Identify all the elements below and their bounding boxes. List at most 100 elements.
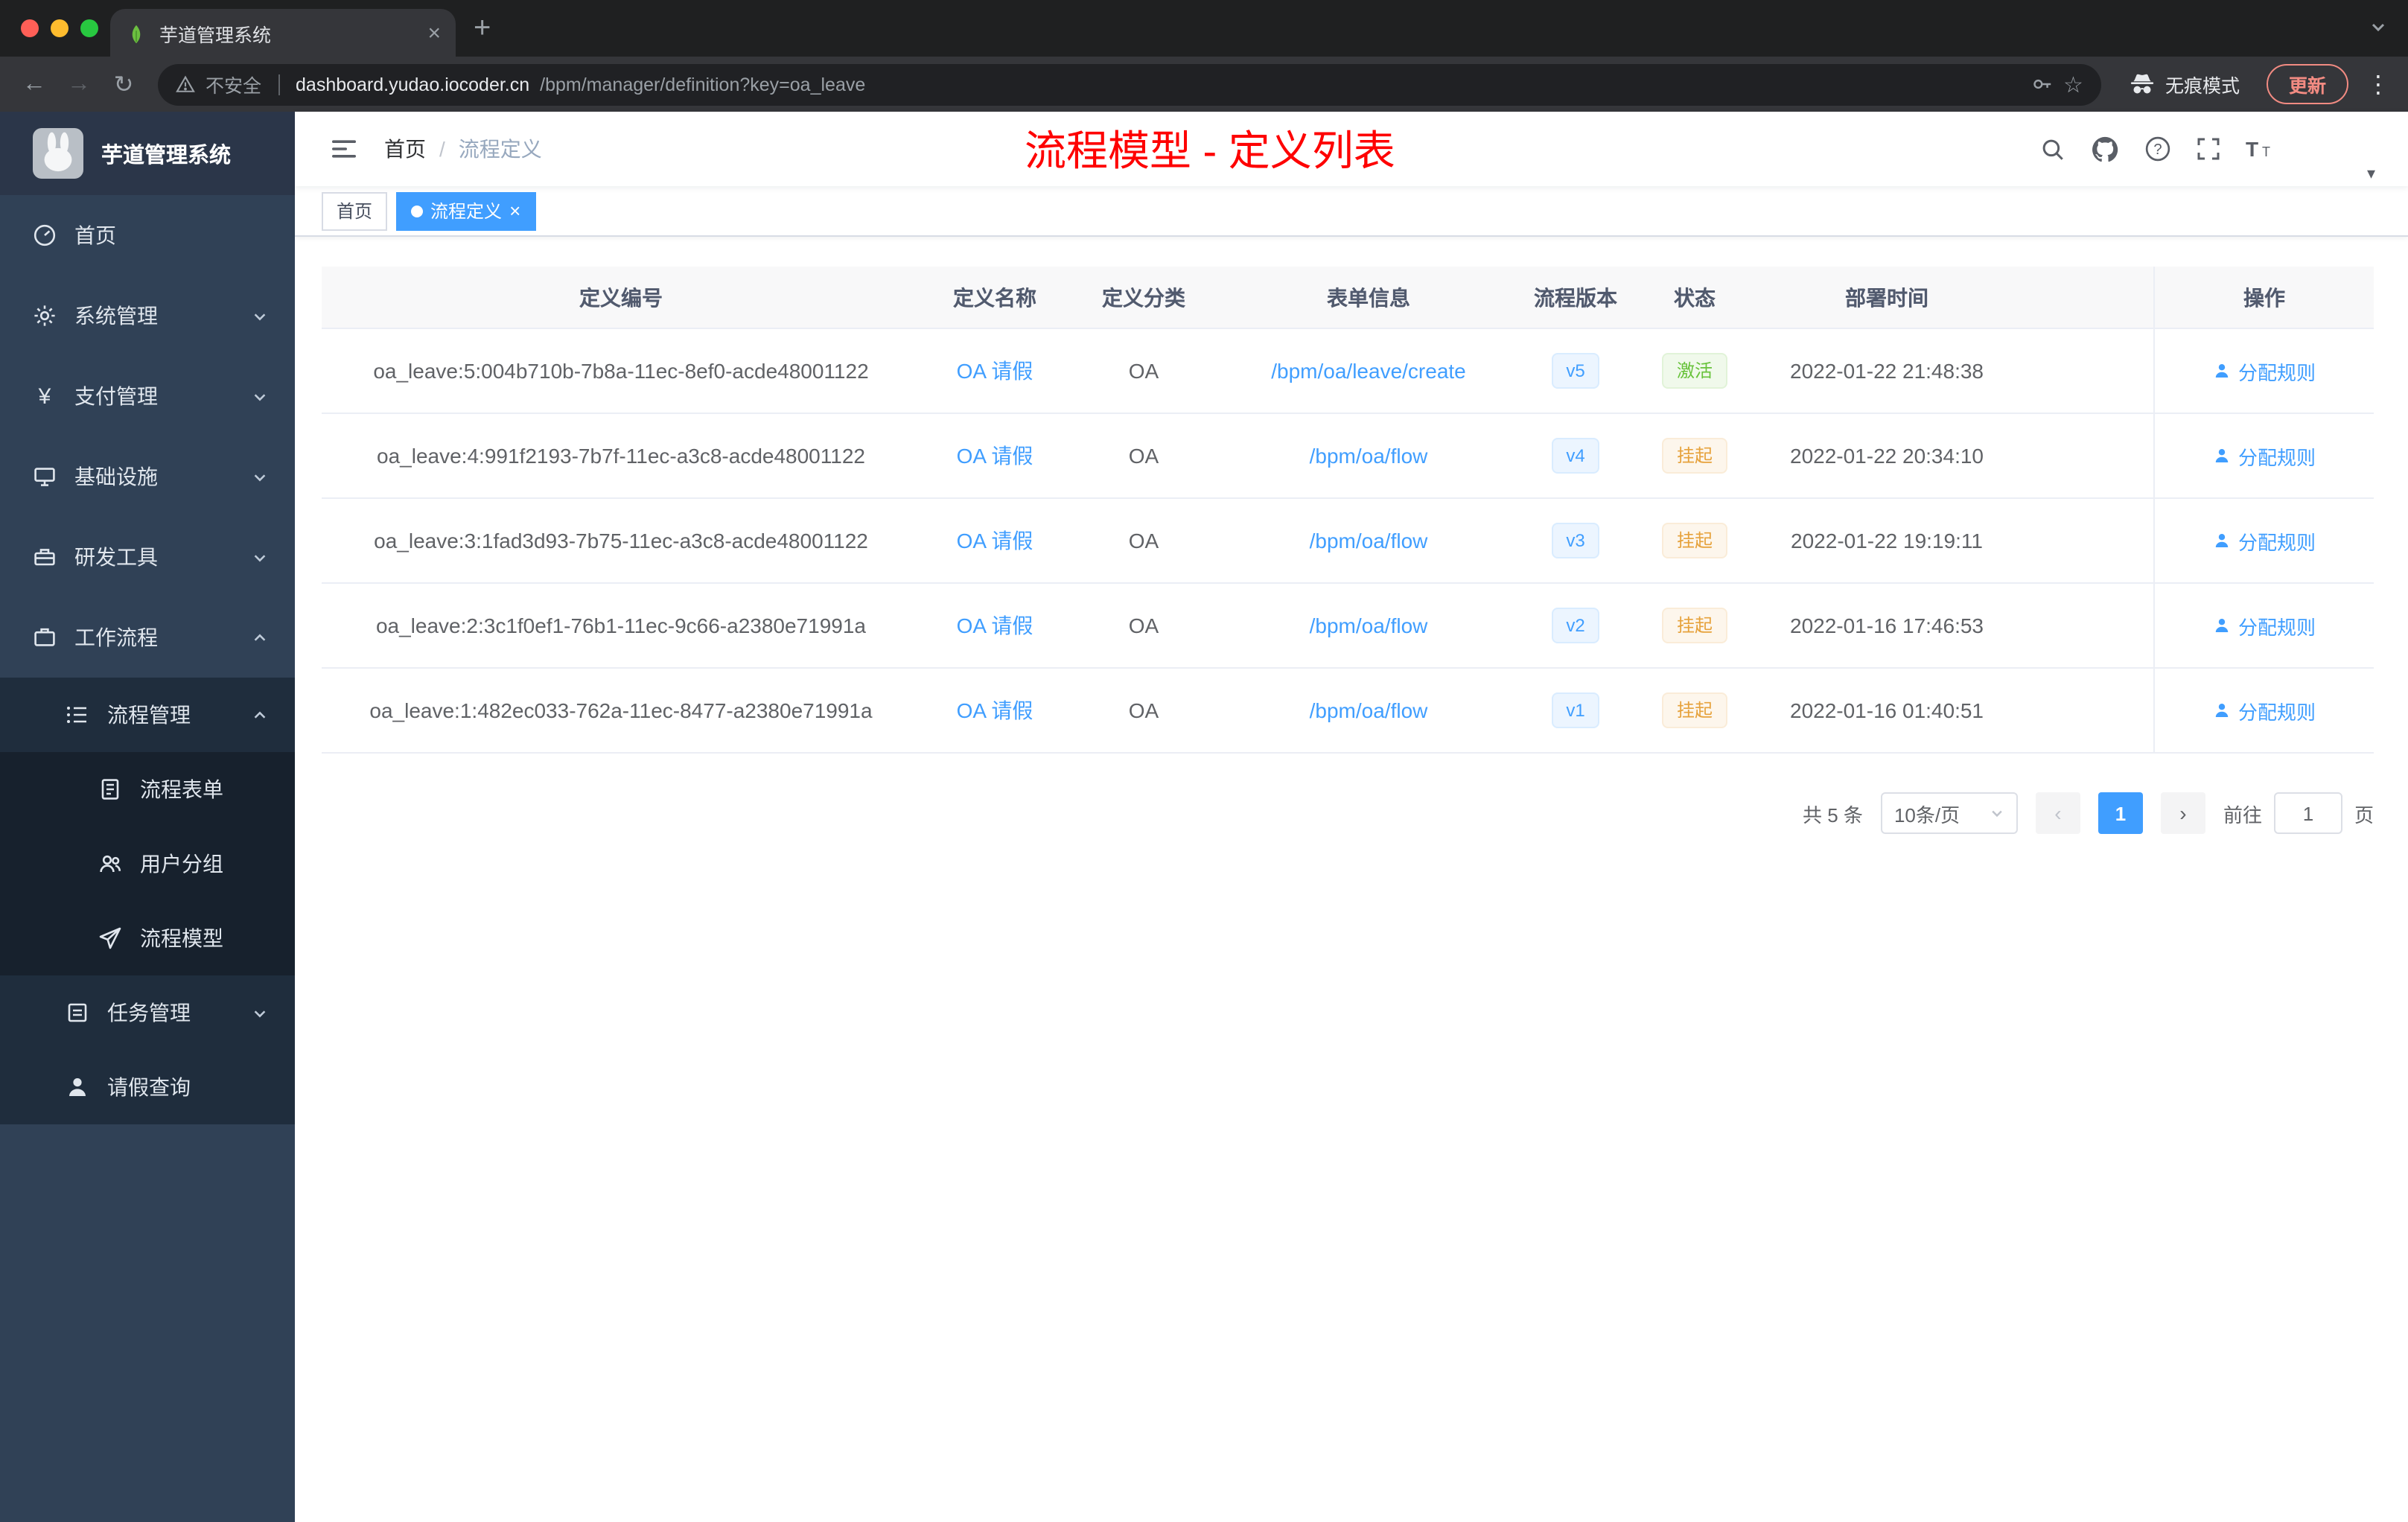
- form-info-link[interactable]: /bpm/oa/flow: [1310, 529, 1428, 553]
- definition-name-link[interactable]: OA 请假: [957, 444, 1033, 468]
- sidebar-item-payment[interactable]: ¥ 支付管理: [0, 356, 295, 436]
- page-annotation: 流程模型 - 定义列表: [1025, 128, 1395, 174]
- forward-button[interactable]: →: [60, 71, 98, 98]
- chrome-update-button[interactable]: 更新: [2266, 64, 2348, 104]
- sidebar-item-system[interactable]: 系统管理: [0, 276, 295, 356]
- sidebar-item-devtools[interactable]: 研发工具: [0, 517, 295, 597]
- deploy-time: 2022-01-22 20:34:10: [1790, 444, 1984, 468]
- assign-rule-button[interactable]: 分配规则: [2213, 526, 2316, 555]
- pagination-total: 共 5 条: [1803, 803, 1863, 826]
- sidebar-item-label: 流程管理: [107, 703, 191, 727]
- definition-category: OA: [1128, 444, 1159, 468]
- page-size-select[interactable]: 10条/页: [1880, 792, 2018, 834]
- browser-tab[interactable]: 芋道管理系统 ×: [110, 9, 456, 57]
- zoom-window-button[interactable]: [80, 19, 98, 37]
- goto-page-input[interactable]: [2273, 792, 2342, 834]
- form-info-link[interactable]: /bpm/oa/flow: [1310, 614, 1428, 637]
- person-icon: [2215, 364, 2229, 378]
- gear-icon: [34, 305, 55, 326]
- tag-close-icon[interactable]: ×: [509, 201, 520, 220]
- not-secure-warning-icon: [176, 74, 195, 94]
- definition-name-link[interactable]: OA 请假: [957, 698, 1033, 722]
- chevron-up-icon: [252, 629, 268, 646]
- close-window-button[interactable]: [21, 19, 39, 37]
- sidebar-item-label: 支付管理: [74, 384, 158, 408]
- definition-name-link[interactable]: OA 请假: [957, 529, 1033, 553]
- assign-rule-button[interactable]: 分配规则: [2213, 696, 2316, 725]
- new-tab-button[interactable]: +: [474, 6, 491, 51]
- person-icon: [2215, 449, 2229, 462]
- bookmark-star-icon[interactable]: ☆: [2063, 71, 2083, 98]
- column-header-actions: 操作: [2153, 267, 2374, 328]
- goto-label: 前往: [2223, 803, 2262, 826]
- tags-view-bar: 首页 流程定义 ×: [295, 186, 2408, 237]
- form-info-link[interactable]: /bpm/oa/flow: [1310, 698, 1428, 722]
- sidebar-item-workflow[interactable]: 工作流程: [0, 597, 295, 678]
- font-size-icon[interactable]: TT: [2246, 137, 2272, 161]
- person-icon: [2215, 534, 2229, 547]
- definition-name-link[interactable]: OA 请假: [957, 614, 1033, 637]
- hamburger-icon[interactable]: [319, 136, 369, 162]
- fullscreen-icon[interactable]: [2197, 137, 2220, 161]
- help-icon[interactable]: ?: [2144, 136, 2171, 162]
- form-info-link[interactable]: /bpm/oa/flow: [1310, 444, 1428, 468]
- column-header-form: 表单信息: [1327, 285, 1410, 309]
- pagination-jumper: 前往 页: [2223, 792, 2374, 834]
- assign-rule-label: 分配规则: [2237, 531, 2316, 553]
- address-bar[interactable]: 不安全 dashboard.yudao.iocoder.cn /bpm/mana…: [158, 63, 2101, 105]
- page-size-value: 10条/页: [1893, 803, 1961, 826]
- pagination: 共 5 条 10条/页 ‹ 1 › 前往 页: [322, 792, 2374, 834]
- column-header-id: 定义编号: [579, 285, 663, 309]
- form-info-link[interactable]: /bpm/oa/leave/create: [1271, 359, 1466, 383]
- assign-rule-label: 分配规则: [2237, 616, 2316, 638]
- briefcase-icon: [34, 628, 55, 646]
- page-number-button[interactable]: 1: [2098, 792, 2143, 834]
- caret-down-icon: ▾: [2366, 165, 2375, 183]
- breadcrumb-home-link[interactable]: 首页: [384, 134, 426, 164]
- definition-category: OA: [1128, 698, 1159, 722]
- sidebar-item-leave-query[interactable]: 请假查询: [0, 1050, 295, 1124]
- search-icon[interactable]: [2040, 136, 2065, 162]
- table-row: oa_leave:1:482ec033-762a-11ec-8477-a2380…: [322, 669, 2374, 754]
- browser-menu-icon[interactable]: ⋮: [2363, 69, 2393, 99]
- minimize-window-button[interactable]: [51, 19, 69, 37]
- next-page-button[interactable]: ›: [2160, 792, 2205, 834]
- sidebar-logo[interactable]: 芋道管理系统: [0, 112, 295, 195]
- reload-button[interactable]: ↻: [104, 69, 143, 99]
- definition-id: oa_leave:1:482ec033-762a-11ec-8477-a2380…: [369, 698, 873, 722]
- sidebar-item-process-mgmt[interactable]: 流程管理: [0, 678, 295, 752]
- sidebar-item-process-model[interactable]: 流程模型: [0, 901, 295, 975]
- tab-close-icon[interactable]: ×: [427, 20, 441, 45]
- tag-process-definition[interactable]: 流程定义 ×: [396, 191, 536, 230]
- column-header-category: 定义分类: [1102, 285, 1185, 309]
- assign-rule-button[interactable]: 分配规则: [2213, 442, 2316, 470]
- assign-rule-button[interactable]: 分配规则: [2213, 611, 2316, 640]
- sidebar-item-task-mgmt[interactable]: 任务管理: [0, 975, 295, 1050]
- sidebar-item-infrastructure[interactable]: 基础设施: [0, 436, 295, 517]
- sidebar-item-process-form[interactable]: 流程表单: [0, 752, 295, 827]
- app-title: 芋道管理系统: [101, 144, 231, 168]
- user-icon: [69, 1078, 86, 1096]
- browser-window: 芋道管理系统 × + ← → ↻ 不安全 dashboard.yudao.ioc…: [0, 0, 2408, 1522]
- definition-name-link[interactable]: OA 请假: [957, 359, 1033, 383]
- github-icon[interactable]: [2091, 135, 2119, 163]
- window-controls: [21, 19, 98, 37]
- prev-page-button[interactable]: ‹: [2035, 792, 2080, 834]
- assign-rule-label: 分配规则: [2237, 701, 2316, 723]
- sidebar-item-label: 基础设施: [74, 465, 158, 488]
- security-label[interactable]: 不安全: [206, 70, 261, 98]
- password-key-icon[interactable]: [2030, 73, 2053, 95]
- table-header-row: 定义编号 定义名称 定义分类 表单信息 流程版本 状态 部署时间 操作: [322, 267, 2374, 329]
- tab-search-chevron-icon[interactable]: [2369, 18, 2387, 36]
- assign-rule-button[interactable]: 分配规则: [2213, 357, 2316, 385]
- breadcrumb-separator: /: [439, 137, 445, 161]
- tag-home[interactable]: 首页: [322, 191, 388, 230]
- person-icon: [2215, 619, 2229, 632]
- sidebar-item-user-group[interactable]: 用户分组: [0, 827, 295, 901]
- back-button[interactable]: ←: [15, 71, 54, 98]
- user-menu[interactable]: ▾: [2298, 121, 2375, 183]
- definition-table: 定义编号 定义名称 定义分类 表单信息 流程版本 状态 部署时间 操作 oa_l…: [322, 267, 2374, 754]
- breadcrumb-current: 流程定义: [458, 137, 542, 161]
- dashboard-icon: [34, 224, 56, 246]
- sidebar-item-home[interactable]: 首页: [0, 195, 295, 276]
